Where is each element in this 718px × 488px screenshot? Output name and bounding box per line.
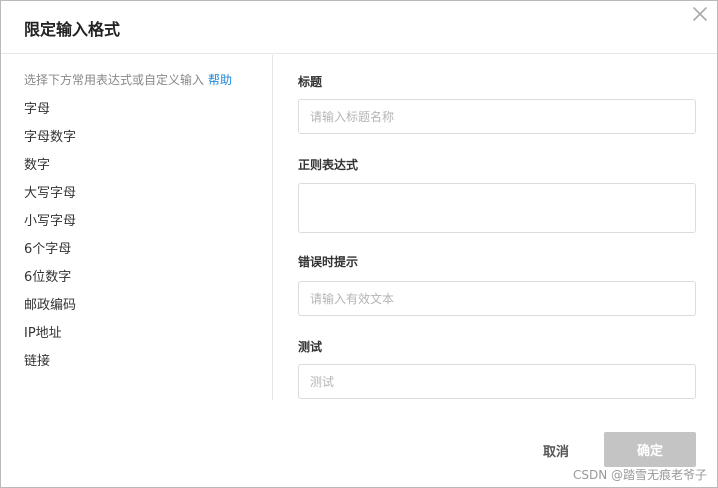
preset-item[interactable]: 字母数字 xyxy=(24,127,76,155)
regex-label: 正则表达式 xyxy=(298,158,359,172)
preset-item[interactable]: 大写字母 xyxy=(24,183,76,211)
preset-item[interactable]: 邮政编码 xyxy=(24,295,76,323)
confirm-button[interactable]: 确定 xyxy=(604,432,696,467)
error-message-label: 错误时提示 xyxy=(298,255,359,269)
test-label: 测试 xyxy=(298,340,323,354)
preset-item[interactable]: IP地址 xyxy=(24,323,76,351)
watermark: CSDN @踏雪无痕老爷子 xyxy=(572,468,707,482)
preset-panel: 选择下方常用表达式或自定义输入 帮助 字母 字母数字 数字 大写字母 小写字母 6… xyxy=(1,55,273,400)
preset-item[interactable]: 6位数字 xyxy=(24,267,76,295)
cancel-button[interactable]: 取消 xyxy=(516,433,596,467)
preset-item[interactable]: 小写字母 xyxy=(24,211,76,239)
dialog-header: 限定输入格式 xyxy=(1,1,717,54)
regex-input[interactable] xyxy=(298,183,696,233)
title-label: 标题 xyxy=(298,75,323,89)
preset-hint: 选择下方常用表达式或自定义输入 帮助 xyxy=(24,72,232,88)
preset-item[interactable]: 数字 xyxy=(24,155,76,183)
test-input[interactable] xyxy=(298,364,696,399)
preset-list: 字母 字母数字 数字 大写字母 小写字母 6个字母 6位数字 邮政编码 IP地址… xyxy=(24,99,76,379)
title-input[interactable] xyxy=(298,99,696,134)
close-icon[interactable] xyxy=(691,5,709,23)
error-message-input[interactable] xyxy=(298,281,696,316)
regex-dialog: 限定输入格式 选择下方常用表达式或自定义输入 帮助 字母 字母数字 数字 大写字母… xyxy=(0,0,718,488)
preset-item[interactable]: 6个字母 xyxy=(24,239,76,267)
preset-item[interactable]: 链接 xyxy=(24,351,76,379)
preset-hint-text: 选择下方常用表达式或自定义输入 xyxy=(24,73,205,87)
help-link[interactable]: 帮助 xyxy=(208,73,232,87)
dialog-title: 限定输入格式 xyxy=(24,20,121,39)
preset-item[interactable]: 字母 xyxy=(24,99,76,127)
